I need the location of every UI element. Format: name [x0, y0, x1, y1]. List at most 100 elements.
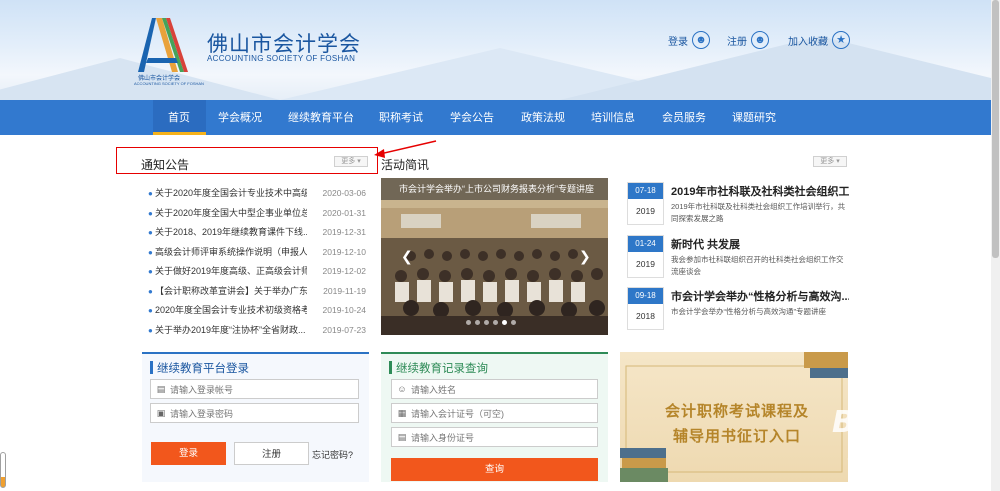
bullet-icon: ●	[148, 228, 153, 237]
notice-item[interactable]: ● 关于举办2019年度“注协杯”全省财政... 2019-07-23	[146, 321, 366, 341]
name-placeholder: 请输入姓名	[411, 384, 457, 395]
activities-more-button[interactable]: 更多 ▾	[813, 156, 847, 167]
annotation-highlight-box	[116, 147, 378, 174]
side-slider[interactable]	[0, 452, 6, 488]
notice-date: 2020-03-06	[322, 188, 366, 198]
carousel-prev-icon[interactable]: ❮	[401, 248, 413, 265]
account-input[interactable]: ▤ 请输入登录帐号	[150, 379, 359, 399]
notice-date: 2020-01-31	[322, 207, 366, 218]
nav-item-research[interactable]: 课题研究	[732, 100, 776, 135]
page-scrollbar[interactable]	[991, 0, 1000, 491]
query-button[interactable]: 查询	[391, 458, 598, 481]
register-link[interactable]: 注册 ☻	[727, 30, 769, 50]
record-query-panel: 继续教育记录查询 ☺ 请输入姓名 ▦ 请输入会计证号（可空) ▤ 请输入身份证号 查询	[381, 352, 608, 482]
notice-date: 2019-10-24	[322, 305, 366, 315]
nav-item-announcements[interactable]: 学会公告	[450, 100, 494, 135]
account-placeholder: 请输入登录帐号	[170, 384, 234, 395]
star-icon: ★	[832, 31, 850, 49]
id-number-input[interactable]: ▤ 请输入身份证号	[391, 427, 598, 447]
login-panel: 继续教育平台登录 ▤ 请输入登录帐号 ▣ 请输入登录密码 登录 注册 忘记密码?	[142, 352, 369, 482]
certificate-number-input[interactable]: ▦ 请输入会计证号（可空)	[391, 403, 598, 423]
date-month-day: 09-18	[628, 288, 663, 304]
notice-date: 2019-11-19	[323, 285, 366, 296]
bullet-icon: ●	[148, 286, 153, 296]
main-nav: 首页 学会概况 继续教育平台 职称考试 学会公告 政策法规 培训信息 会员服务 …	[0, 100, 1000, 135]
carousel-dot[interactable]	[466, 320, 471, 325]
notice-item[interactable]: ● 关于2020年度全国会计专业技术中高级... 2020-03-06	[146, 184, 366, 204]
date-badge: 09-18 2018	[627, 287, 664, 330]
notice-item[interactable]: ● 高级会计师评审系统操作说明（申报人... 2019-12-10	[146, 243, 366, 263]
bullet-icon: ●	[148, 189, 153, 198]
notice-title: 高级会计师评审系统操作说明（申报人...	[155, 246, 307, 257]
nav-item-policies[interactable]: 政策法规	[521, 100, 565, 135]
login-link[interactable]: 登录 ☻	[668, 30, 710, 50]
bullet-icon: ●	[148, 325, 153, 335]
notice-item[interactable]: ● 关于2020年度全国大中型企事业单位总... 2020-01-31	[146, 204, 366, 224]
society-logo-icon	[138, 18, 188, 72]
activity-item[interactable]: 01-24 2019 新时代 共发展 我会参加市社科联组织召开的社科类社会组织工作…	[627, 235, 852, 279]
nav-item-member-services[interactable]: 会员服务	[662, 100, 706, 135]
carousel-dot[interactable]	[493, 320, 498, 325]
browser-page: 佛山市会计学会 ACCOUNTING SOCIETY OF FOSHAN 佛山市…	[0, 0, 1000, 491]
password-input[interactable]: ▣ 请输入登录密码	[150, 403, 359, 423]
lock-icon: ▣	[156, 407, 166, 418]
date-month-day: 01-24	[628, 236, 663, 252]
date-month-day: 07-18	[628, 183, 663, 199]
bookmark-link[interactable]: 加入收藏 ★	[788, 30, 850, 50]
activity-title: 2019年市社科联及社科类社会组织工...	[671, 186, 849, 198]
bullet-icon: ●	[148, 306, 153, 315]
notice-item[interactable]: ● 【会计职称改革宣讲会】关于举办广东... 2019-11-19	[146, 282, 366, 302]
bookmark-link-label: 加入收藏	[788, 36, 828, 48]
id-placeholder: 请输入身份证号	[411, 432, 475, 443]
scrollbar-thumb[interactable]	[992, 0, 999, 258]
notice-title: 关于2018、2019年继续教育课件下线...	[155, 227, 307, 237]
date-year: 2018	[636, 311, 655, 321]
mountain-decoration	[560, 36, 1000, 100]
bullet-icon: ●	[148, 267, 153, 276]
user-icon: ☻	[692, 31, 710, 49]
carousel-dots	[466, 320, 516, 325]
notice-date: 2019-12-10	[322, 246, 366, 257]
carousel-dot[interactable]	[475, 320, 480, 325]
date-year: 2019	[636, 206, 655, 216]
carousel-next-icon[interactable]: ❯	[579, 248, 591, 265]
site-header: 佛山市会计学会 ACCOUNTING SOCIETY OF FOSHAN 佛山市…	[0, 0, 1000, 100]
panel-accent-bar	[150, 361, 153, 374]
watermark-tag: 经验	[905, 416, 950, 441]
carousel-dot[interactable]	[484, 320, 489, 325]
password-placeholder: 请输入登录密码	[170, 408, 234, 419]
notice-date: 2019-07-23	[322, 324, 366, 335]
login-button[interactable]: 登录	[151, 442, 226, 465]
carousel-caption: 市会计学会举办“上市公司财务报表分析”专题讲座	[381, 178, 608, 200]
notice-title: 关于2020年度全国大中型企事业单位总...	[155, 207, 307, 218]
nav-item-title-exam[interactable]: 职称考试	[379, 100, 423, 135]
notice-title: 【会计职称改革宣讲会】关于举办广东...	[155, 285, 307, 296]
textbook-order-banner[interactable]: 会计职称考试课程及 辅导用书征订入口	[620, 352, 848, 482]
activity-item[interactable]: 07-18 2019 2019年市社科联及社科类社会组织工... 2019年市社科…	[627, 182, 852, 226]
notice-item[interactable]: ● 关于做好2019年度高级、正高级会计师... 2019-12-02	[146, 262, 366, 282]
id-card-icon: ▤	[156, 383, 166, 394]
watermark-url: jingyan.baidu.com	[848, 446, 959, 460]
notice-item[interactable]: ● 2020年度全国会计专业技术初级资格考... 2019-10-24	[146, 301, 366, 321]
activity-title: 新时代 共发展	[671, 239, 741, 251]
name-input[interactable]: ☺ 请输入姓名	[391, 379, 598, 399]
activity-carousel[interactable]: 市会计学会举办“上市公司财务报表分析”专题讲座 ❮ ❯	[381, 178, 608, 335]
bullet-icon: ●	[148, 208, 153, 218]
record-panel-title: 继续教育记录查询	[396, 363, 488, 375]
carousel-dot[interactable]	[511, 320, 516, 325]
nav-item-home[interactable]: 首页	[168, 100, 190, 135]
activity-item[interactable]: 09-18 2018 市会计学会举办“性格分析与高效沟... 市会计学会举办“性格…	[627, 287, 852, 331]
register-link-label: 注册	[727, 36, 747, 48]
nav-item-continuing-education[interactable]: 继续教育平台	[288, 100, 354, 135]
notice-list: ● 关于2020年度全国会计专业技术中高级... 2020-03-06 ● 关于202…	[146, 184, 366, 340]
login-panel-title: 继续教育平台登录	[157, 363, 249, 375]
login-link-label: 登录	[668, 36, 688, 48]
nav-item-training[interactable]: 培训信息	[591, 100, 635, 135]
register-button[interactable]: 注册	[234, 442, 309, 465]
forgot-password-link[interactable]: 忘记密码?	[312, 448, 353, 461]
notice-item[interactable]: ● 关于2018、2019年继续教育课件下线... 2019-12-31	[146, 223, 366, 243]
date-badge: 07-18 2019	[627, 182, 664, 225]
carousel-dot-active[interactable]	[502, 320, 507, 325]
nav-item-about[interactable]: 学会概况	[218, 100, 262, 135]
site-subtitle: ACCOUNTING SOCIETY OF FOSHAN	[207, 54, 356, 63]
